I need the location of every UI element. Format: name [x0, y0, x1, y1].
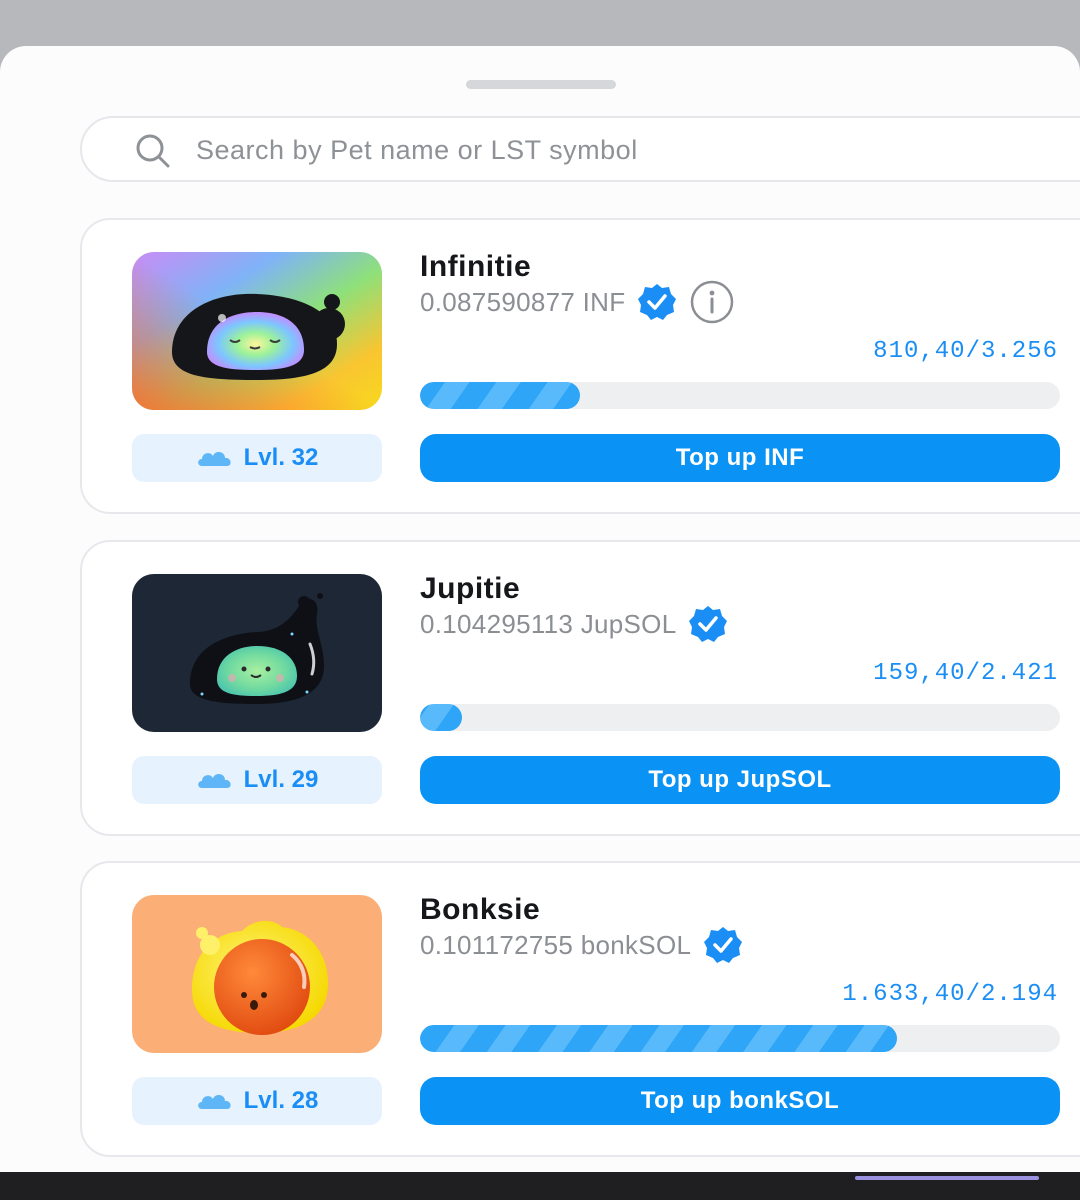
pet-name: Infinitie [420, 250, 532, 283]
orange-blob-pet-icon [132, 895, 382, 1053]
progress-text: 1.633,40/2.194 [842, 981, 1058, 1008]
verified-badge-icon [689, 606, 728, 642]
pet-name: Jupitie [420, 572, 521, 605]
green-blob-pet-icon [132, 574, 382, 732]
balance-row: 0.101172755 bonkSOL [420, 927, 743, 963]
level-label: Lvl. 29 [243, 766, 319, 793]
progress-text: 159,40/2.421 [873, 660, 1058, 687]
pet-balance: 0.087590877 INF [420, 286, 626, 317]
pet-image-jupitie[interactable] [132, 574, 382, 732]
level-label: Lvl. 28 [243, 1087, 319, 1114]
search-icon [136, 134, 170, 168]
pet-card: Lvl. 29 Jupitie 0.104295113 JupSOL 159,4… [80, 540, 1080, 836]
pet-image-bonksie[interactable] [132, 895, 382, 1053]
cloud-icon [197, 452, 231, 466]
level-label: Lvl. 32 [243, 444, 319, 471]
cloud-icon [197, 1095, 231, 1109]
pet-balance: 0.104295113 JupSOL [420, 608, 677, 639]
level-badge: Lvl. 28 [132, 1077, 382, 1125]
progress-fill [420, 1025, 897, 1052]
top-up-jupsol-button[interactable]: Top up JupSOL [420, 756, 1060, 804]
progress-bar [420, 1025, 1060, 1052]
system-nav-bar [0, 1172, 1080, 1200]
info-icon[interactable] [689, 279, 735, 325]
balance-row: 0.087590877 INF [420, 280, 735, 324]
sheet-drag-handle[interactable] [466, 80, 616, 89]
progress-fill [420, 382, 580, 409]
cloud-icon [197, 774, 231, 788]
verified-badge-icon [704, 927, 743, 963]
pet-balance: 0.101172755 bonkSOL [420, 929, 692, 960]
pet-image-infinitie[interactable] [132, 252, 382, 410]
pet-card: Lvl. 28 Bonksie 0.101172755 bonkSOL 1.63… [80, 861, 1080, 1157]
progress-bar [420, 704, 1060, 731]
verified-badge-icon [638, 284, 677, 320]
balance-row: 0.104295113 JupSOL [420, 606, 728, 642]
level-badge: Lvl. 32 [132, 434, 382, 482]
rainbow-blob-pet-icon [132, 252, 382, 410]
progress-fill [420, 704, 463, 731]
search-bar[interactable] [80, 116, 1080, 182]
search-input[interactable] [194, 118, 998, 182]
pet-list-sheet: Lvl. 32 Infinitie 0.087590877 INF 810,40… [0, 46, 1080, 1200]
level-badge: Lvl. 29 [132, 756, 382, 804]
pet-card: Lvl. 32 Infinitie 0.087590877 INF 810,40… [80, 218, 1080, 514]
progress-text: 810,40/3.256 [873, 338, 1058, 365]
progress-bar [420, 382, 1060, 409]
top-up-bonksol-button[interactable]: Top up bonkSOL [420, 1077, 1060, 1125]
home-indicator[interactable] [855, 1176, 1039, 1180]
top-up-inf-button[interactable]: Top up INF [420, 434, 1060, 482]
pet-name: Bonksie [420, 893, 541, 926]
